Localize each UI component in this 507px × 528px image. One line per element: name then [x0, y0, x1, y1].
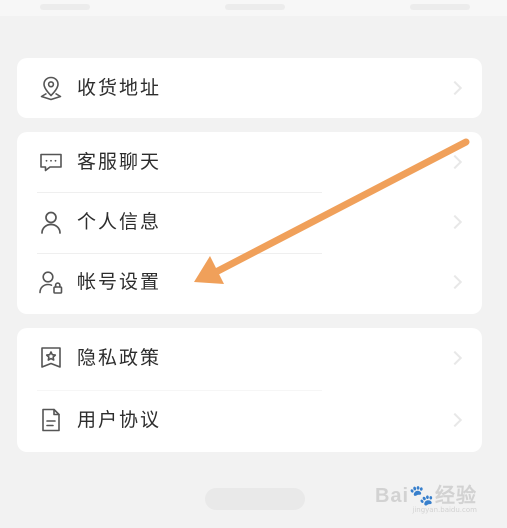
top-strip	[0, 0, 507, 16]
menu-item-label: 客服聊天	[77, 151, 162, 173]
watermark-logo: Bai	[374, 485, 410, 507]
menu-item-chat[interactable]: 客服聊天	[17, 132, 482, 192]
paw-icon: 🐾	[409, 485, 435, 507]
top-strip-item	[225, 4, 285, 10]
address-card: 收货地址	[17, 58, 482, 118]
menu-item-account-settings[interactable]: 帐号设置	[17, 252, 482, 312]
chevron-right-icon	[447, 274, 463, 290]
chevron-right-icon	[447, 412, 463, 428]
person-lock-icon	[37, 268, 65, 296]
menu-item-label: 帐号设置	[77, 271, 162, 293]
shield-star-icon	[37, 344, 65, 372]
top-strip-item	[40, 4, 90, 10]
menu-item-profile[interactable]: 个人信息	[17, 192, 482, 252]
menu-item-user-agreement[interactable]: 用户协议	[17, 390, 482, 450]
baidu-jingyan-watermark: Bai🐾经验 jingyan.baidu.com	[375, 479, 477, 514]
location-pin-icon	[37, 74, 65, 102]
chevron-right-icon	[447, 214, 463, 230]
chevron-right-icon	[447, 154, 463, 170]
menu-item-label: 收货地址	[77, 77, 162, 99]
menu-item-label: 用户协议	[77, 409, 162, 431]
menu-item-label: 个人信息	[77, 211, 162, 233]
menu-item-privacy-policy[interactable]: 隐私政策	[17, 328, 482, 388]
person-icon	[37, 208, 65, 236]
top-strip-item	[410, 4, 470, 10]
legal-card: 隐私政策 用户协议	[17, 328, 482, 452]
logout-button[interactable]	[205, 488, 305, 510]
chevron-right-icon	[447, 80, 463, 96]
watermark-logo-suffix: 经验	[435, 485, 477, 507]
chevron-right-icon	[447, 350, 463, 366]
menu-item-address[interactable]: 收货地址	[17, 58, 482, 118]
document-icon	[37, 406, 65, 434]
service-card: 客服聊天 个人信息 帐号设置	[17, 132, 482, 314]
menu-item-label: 隐私政策	[77, 347, 162, 369]
chat-bubble-icon	[37, 148, 65, 176]
